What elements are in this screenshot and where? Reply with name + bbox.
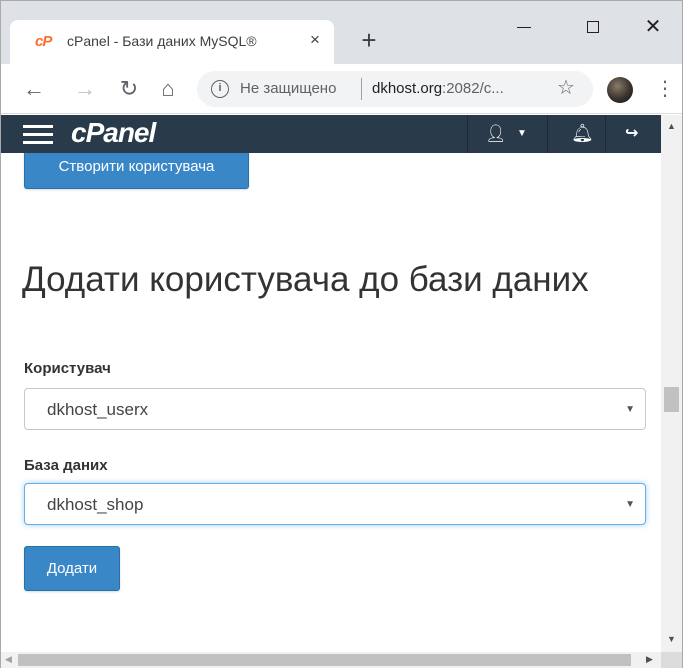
kebab-menu-icon[interactable]: ⋮ — [655, 75, 675, 103]
close-icon[interactable]: × — [306, 31, 324, 49]
page-title: Додати користувача до бази даних — [22, 260, 589, 299]
user-select-value: dkhost_userx — [47, 400, 149, 419]
database-select-value: dkhost_shop — [47, 495, 144, 514]
scroll-down-icon[interactable]: ▼ — [667, 634, 676, 644]
browser-toolbar: ← → ↻ ⌂ i Не защищено dkhost.org:2082/c.… — [1, 64, 682, 114]
back-icon[interactable]: ← — [21, 75, 47, 103]
url-text[interactable]: dkhost.org:2082/c... — [372, 80, 504, 97]
add-button[interactable]: Додати — [24, 546, 120, 591]
vertical-scrollbar[interactable]: ▲ ▼ — [661, 115, 682, 652]
security-status: Не защищено — [240, 80, 337, 97]
user-icon[interactable]: 👤︎ — [485, 124, 507, 144]
scrollbar-thumb[interactable] — [664, 387, 679, 412]
scrollbar-thumb[interactable] — [18, 654, 631, 666]
page-viewport: Створити користувача cPanel 👤︎ ▼ 🔔︎ ↪ До… — [1, 115, 661, 652]
hamburger-icon[interactable] — [23, 125, 53, 145]
caret-down-icon[interactable]: ▼ — [517, 128, 527, 140]
omnibox-divider — [361, 78, 362, 100]
caret-down-icon: ▼ — [625, 499, 635, 510]
minimize-icon[interactable] — [509, 15, 539, 39]
info-icon[interactable]: i — [211, 80, 229, 98]
scroll-up-icon[interactable]: ▲ — [667, 121, 676, 131]
cpanel-favicon-icon: cP — [35, 33, 52, 50]
tab-title: cPanel - Бази даних MySQL® — [67, 33, 257, 49]
header-divider — [467, 115, 468, 153]
bell-icon[interactable]: 🔔︎ — [571, 123, 594, 143]
user-field-label: Користувач — [24, 360, 111, 377]
user-select[interactable]: dkhost_userx ▼ — [24, 388, 646, 430]
header-divider — [547, 115, 548, 153]
header-divider — [605, 115, 606, 153]
browser-window: cP cPanel - Бази даних MySQL® × + ✕ ← → … — [0, 0, 683, 668]
browser-tab[interactable]: cP cPanel - Бази даних MySQL® × — [10, 20, 334, 64]
window-close-icon[interactable]: ✕ — [638, 15, 668, 39]
scroll-right-icon[interactable]: ▶ — [646, 654, 653, 665]
cpanel-header: cPanel 👤︎ ▼ 🔔︎ ↪ — [1, 115, 661, 153]
cpanel-logo[interactable]: cPanel — [71, 116, 156, 150]
title-bar: cP cPanel - Бази даних MySQL® × + ✕ — [1, 1, 682, 64]
plus-icon[interactable]: + — [356, 27, 382, 53]
reload-icon[interactable]: ↻ — [116, 75, 142, 103]
maximize-icon[interactable] — [579, 15, 609, 39]
url-host: dkhost.org — [372, 80, 443, 97]
star-icon[interactable]: ☆ — [557, 77, 575, 99]
scroll-left-icon[interactable]: ◀ — [5, 654, 12, 665]
database-field-label: База даних — [24, 457, 108, 474]
logout-icon[interactable]: ↪ — [625, 124, 638, 144]
caret-down-icon: ▼ — [625, 404, 635, 415]
forward-icon[interactable]: → — [72, 75, 98, 103]
url-path: :2082/c... — [442, 80, 504, 97]
database-select[interactable]: dkhost_shop ▼ — [24, 483, 646, 525]
home-icon[interactable]: ⌂ — [155, 75, 181, 103]
scrollbar-corner — [661, 652, 682, 668]
create-user-button[interactable]: Створити користувача — [24, 149, 249, 189]
profile-avatar[interactable] — [607, 77, 633, 103]
address-bar[interactable]: i Не защищено dkhost.org:2082/c... ☆ — [197, 71, 593, 107]
horizontal-scrollbar[interactable]: ◀ ▶ — [1, 652, 661, 668]
